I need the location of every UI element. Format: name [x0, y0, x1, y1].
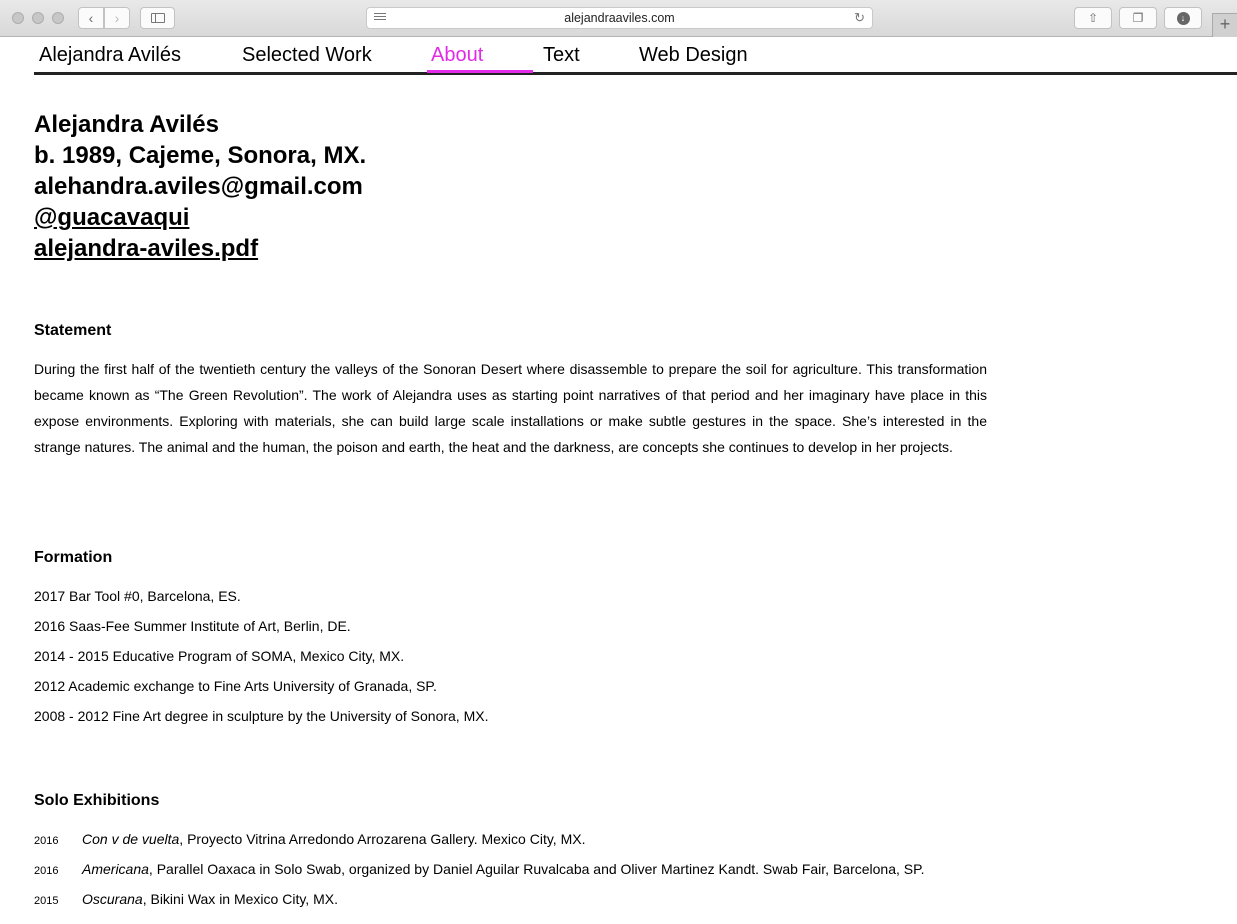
solo-exhibitions-list: 2016 Con v de vuelta, Proyecto Vitrina Ar…: [34, 829, 925, 919]
tabs-overview-button[interactable]: ❐: [1119, 7, 1157, 29]
site-nav: Alejandra Avilés Selected Work About Tex…: [34, 37, 1237, 75]
nav-text-link[interactable]: Text: [543, 44, 580, 67]
forward-button[interactable]: ›: [104, 7, 130, 29]
nav-selected-work-link[interactable]: Selected Work: [242, 44, 372, 67]
list-item: 2016 Con v de vuelta, Proyecto Vitrina Ar…: [34, 829, 925, 859]
sidebar-toggle-button[interactable]: [140, 7, 175, 29]
list-item: 2008 - 2012 Fine Art degree in sculpture…: [34, 708, 489, 724]
share-icon: ⇧: [1087, 11, 1099, 25]
exhibition-title: Americana: [82, 861, 149, 877]
exhibition-title: Oscurana: [82, 891, 143, 907]
new-tab-button[interactable]: +: [1212, 13, 1237, 37]
exhibition-details: , Parallel Oaxaca in Solo Swab, organize…: [148, 861, 925, 877]
url-text: alejandraaviles.com: [564, 11, 675, 25]
chevron-left-icon: ‹: [88, 10, 94, 26]
profile-header: Alejandra Avilés b. 1989, Cajeme, Sonora…: [34, 109, 366, 264]
downloads-button[interactable]: ↓: [1164, 7, 1202, 29]
tabs-icon: ❐: [1132, 11, 1144, 25]
exhibition-title: Con v de vuelta: [82, 831, 180, 847]
reload-icon[interactable]: ↻: [854, 10, 865, 26]
artist-name: Alejandra Avilés: [34, 111, 219, 138]
nav-home-link[interactable]: Alejandra Avilés: [39, 44, 181, 67]
exhibition-year: 2016: [34, 865, 59, 877]
list-item: 2016 Saas-Fee Summer Institute of Art, B…: [34, 618, 351, 634]
browser-toolbar: ‹ › alejandraaviles.com ↻ ⇧ ❐ ↓ +: [0, 0, 1237, 37]
sidebar-icon: [150, 13, 165, 23]
instagram-link[interactable]: @guacavaqui: [34, 202, 366, 233]
list-item: 2015 Oscurana, Bikini Wax in Mexico City,…: [34, 889, 925, 919]
formation-heading: Formation: [34, 549, 113, 566]
list-item: 2014 - 2015 Educative Program of SOMA, M…: [34, 648, 405, 664]
exhibition-details: , Bikini Wax in Mexico City, MX.: [142, 891, 338, 907]
address-bar[interactable]: alejandraaviles.com ↻: [366, 7, 873, 29]
share-button[interactable]: ⇧: [1074, 7, 1112, 29]
active-nav-indicator: [427, 70, 533, 73]
minimize-window-button[interactable]: [32, 12, 44, 24]
list-item: 2016 Americana, Parallel Oaxaca in Solo S…: [34, 859, 925, 889]
exhibition-year: 2016: [34, 835, 59, 847]
back-button[interactable]: ‹: [78, 7, 104, 29]
artist-birth: b. 1989, Cajeme, Sonora, MX.: [34, 142, 367, 169]
list-item: 2017 Bar Tool #0, Barcelona, ES.: [34, 588, 241, 604]
cv-pdf-link[interactable]: alejandra-aviles.pdf: [34, 233, 366, 264]
artist-email: alehandra.aviles@gmail.com: [34, 173, 363, 200]
download-icon: ↓: [1176, 11, 1190, 25]
statement-heading: Statement: [34, 322, 112, 339]
exhibition-year: 2015: [34, 895, 59, 907]
zoom-window-button[interactable]: [52, 12, 64, 24]
close-window-button[interactable]: [12, 12, 24, 24]
statement-text: During the first half of the twentieth c…: [34, 361, 987, 455]
list-item: 2012 Academic exchange to Fine Arts Univ…: [34, 678, 437, 694]
nav-web-design-link[interactable]: Web Design: [639, 44, 748, 67]
nav-about-link[interactable]: About: [431, 44, 483, 67]
solo-exhibitions-heading: Solo Exhibitions: [34, 792, 160, 809]
formation-list: 2017 Bar Tool #0, Barcelona, ES. 2016 Sa…: [34, 586, 488, 736]
exhibition-details: , Proyecto Vitrina Arredondo Arrozarena …: [179, 831, 586, 847]
plus-icon: +: [1219, 14, 1231, 34]
chevron-right-icon: ›: [114, 10, 120, 26]
